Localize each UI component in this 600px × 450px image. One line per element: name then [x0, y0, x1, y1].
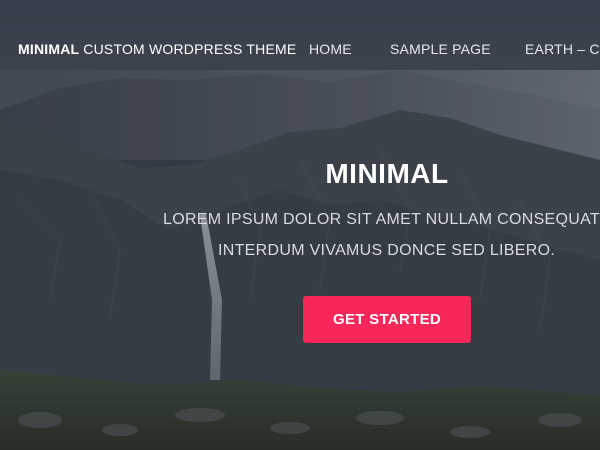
hero-title: MINIMAL: [325, 158, 449, 189]
site-header: MINIMAL CUSTOM WORDPRESS THEME HOME SAMPL…: [0, 0, 600, 98]
nav-item-home[interactable]: HOME: [309, 41, 352, 57]
nav-item-earth[interactable]: EARTH – CU: [525, 41, 600, 57]
get-started-button[interactable]: GET STARTED: [303, 296, 471, 343]
hero-subtitle-line-2: INTERDUM VIVAMUS DONCE SED LIBERO.: [218, 242, 556, 259]
hero-subtitle: LOREM IPSUM DOLOR SIT AMET NULLAM CONSEQ…: [0, 211, 600, 271]
hero-subtitle-line-1: LOREM IPSUM DOLOR SIT AMET NULLAM CONSEQ…: [163, 211, 600, 228]
hero-section: MINIMAL CUSTOM WORDPRESS THEME HOME SAMPL…: [0, 0, 600, 450]
nav-item-sample-page[interactable]: SAMPLE PAGE: [390, 41, 491, 57]
primary-nav: HOME SAMPLE PAGE EARTH – CU: [0, 41, 600, 61]
